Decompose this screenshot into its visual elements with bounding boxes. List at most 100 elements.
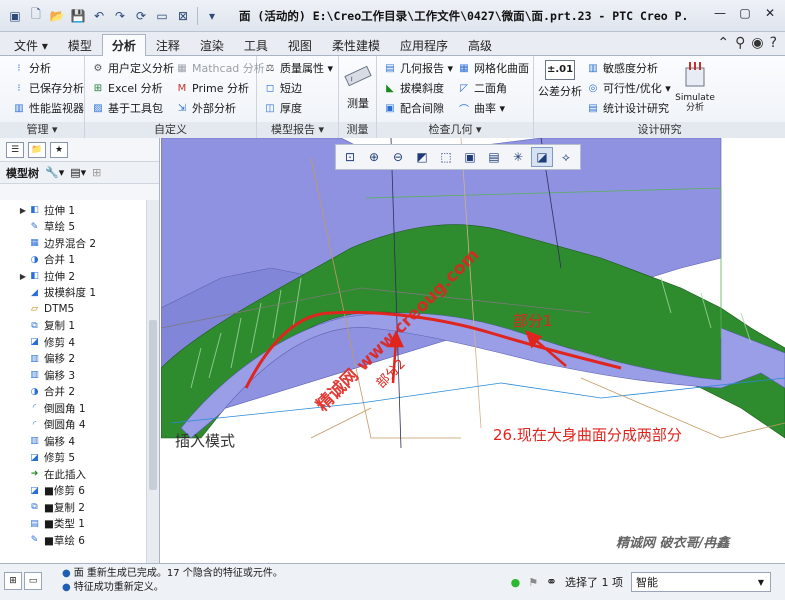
undo-icon[interactable]: ↶ — [90, 7, 108, 25]
tolerance-analysis-button[interactable]: ±.01 公差分析 — [538, 60, 582, 99]
annotation-display-icon[interactable]: ◪ — [531, 147, 553, 167]
help-icon[interactable]: ? — [770, 35, 777, 51]
filter-icon[interactable]: ⊞ — [92, 166, 101, 179]
tree-item[interactable]: ▥ 偏移 2 — [0, 351, 146, 368]
windows-icon[interactable]: ▭ — [153, 7, 171, 25]
tab-advanced[interactable]: 高级 — [458, 35, 502, 55]
tree-item[interactable]: ▶ ◧ 拉伸 1 — [0, 202, 146, 219]
selection-filter[interactable]: 智能 ▼ — [631, 572, 771, 592]
tab-tools[interactable]: 工具 — [234, 35, 278, 55]
display-style-icon[interactable]: ⬚ — [435, 147, 457, 167]
tree-item[interactable]: ▱ DTM5 — [0, 301, 146, 318]
saved-analysis-button[interactable]: ⁝ 已保存分析 — [12, 80, 84, 96]
statistical-design-button[interactable]: ▤ 统计设计研究 — [586, 100, 669, 116]
close-window-icon[interactable]: ⊠ — [174, 7, 192, 25]
tree-item[interactable]: ◑ 合并 2 — [0, 384, 146, 401]
prime-analysis-button[interactable]: M Prime 分析 — [175, 80, 249, 96]
user-defined-analysis-button[interactable]: ⚙ 用户定义分析 — [91, 60, 174, 76]
flag-icon[interactable]: ⚑ — [528, 576, 538, 589]
settings-icon[interactable]: 🔧▾ — [45, 166, 64, 179]
chevron-down-icon[interactable]: ▼ — [754, 575, 768, 589]
regenerate-icon[interactable]: ⟳ — [132, 7, 150, 25]
repaint-icon[interactable]: ◩ — [411, 147, 433, 167]
tree-item[interactable]: ▦ 边界混合 2 — [0, 235, 146, 252]
sensitivity-analysis-button[interactable]: ▥ 敏感度分析 — [586, 60, 658, 76]
feasibility-optimization-button[interactable]: ◎ 可行性/优化 ▾ — [586, 80, 671, 96]
find-icon[interactable]: ⚭ — [546, 575, 557, 590]
refit-icon[interactable]: ⊡ — [339, 147, 361, 167]
zoom-in-icon[interactable]: ⊕ — [363, 147, 385, 167]
tree-expand-icon[interactable]: ▶ — [18, 272, 28, 281]
group-inspect-footer[interactable]: 检查几何 ▾ — [377, 122, 533, 138]
tree-item[interactable]: ▥ 偏移 4 — [0, 433, 146, 450]
tree-item[interactable]: ▥ 偏移 3 — [0, 367, 146, 384]
tab-annotate[interactable]: 注释 — [146, 35, 190, 55]
graphics-viewport[interactable]: 插入模式 26.现在大身曲面分成两部分 部分1 部分2 精诚网 www.creo… — [161, 138, 785, 563]
show-icon[interactable]: ▤▾ — [70, 166, 86, 179]
toolkit-based-button[interactable]: ▨ 基于工具包 — [91, 100, 163, 116]
view-manager-icon[interactable]: ▤ — [483, 147, 505, 167]
new-file-icon[interactable]: 🗋 — [27, 7, 45, 25]
external-analysis-button[interactable]: ⇲ 外部分析 — [175, 100, 236, 116]
tab-applications[interactable]: 应用程序 — [390, 35, 458, 55]
tree-item[interactable]: ✎ 草绘 5 — [0, 219, 146, 236]
spin-center-icon[interactable]: ⟡ — [555, 147, 577, 167]
group-model-report-footer[interactable]: 模型报告 ▾ — [257, 122, 338, 138]
model-tree-tab-icon[interactable]: ☰ — [6, 142, 24, 158]
zoom-out-icon[interactable]: ⊖ — [387, 147, 409, 167]
tree-item[interactable]: ◪ 修剪 5 — [0, 450, 146, 467]
customize-toolbar-icon[interactable]: ▾ — [203, 7, 221, 25]
maximize-icon[interactable]: ▢ — [734, 4, 756, 22]
tree-item[interactable]: ◪ 修剪 4 — [0, 334, 146, 351]
favorites-tab-icon[interactable]: ★ — [50, 142, 68, 158]
scrollbar-thumb[interactable] — [149, 320, 157, 490]
tab-analysis[interactable]: 分析 — [101, 34, 146, 56]
performance-monitor-button[interactable]: ▥ 性能监视器 — [12, 100, 84, 116]
tree-item[interactable]: ✎ ■草绘 6 — [0, 532, 146, 549]
tab-render[interactable]: 渲染 — [190, 35, 234, 55]
minimize-icon[interactable]: — — [709, 4, 731, 22]
saved-orientations-icon[interactable]: ▣ — [459, 147, 481, 167]
close-icon[interactable]: ✕ — [759, 4, 781, 22]
tree-item[interactable]: ◜ 倒圆角 4 — [0, 417, 146, 434]
model-graphics[interactable] — [161, 138, 785, 563]
tree-item[interactable]: ▤ ■类型 1 — [0, 516, 146, 533]
tree-item[interactable]: ◜ 倒圆角 1 — [0, 400, 146, 417]
datum-display-icon[interactable]: ✳ — [507, 147, 529, 167]
short-edge-button[interactable]: ◻ 短边 — [263, 80, 302, 96]
tree-item[interactable]: ◪ ■修剪 6 — [0, 483, 146, 500]
excel-analysis-button[interactable]: ⊞ Excel 分析 — [91, 80, 163, 96]
open-file-icon[interactable]: 📂 — [48, 7, 66, 25]
creo-logo-icon[interactable]: ▣ — [6, 7, 24, 25]
simulate-analysis-button[interactable]: Simulate 分析 — [668, 60, 722, 113]
grid-toggle-icon[interactable]: ⊞ — [4, 572, 22, 590]
mass-properties-button[interactable]: ⚖ 质量属性 ▾ — [263, 60, 334, 76]
tree-item[interactable]: ◑ 合并 1 — [0, 252, 146, 269]
panel-toggle-icon[interactable]: ▭ — [24, 572, 42, 590]
tab-file[interactable]: 文件 ▾ — [4, 35, 58, 55]
mesh-surface-button[interactable]: ▦ 网格化曲面 — [457, 60, 529, 76]
tab-model[interactable]: 模型 — [58, 35, 102, 55]
curvature-button[interactable]: ⌒ 曲率 ▾ — [457, 100, 505, 116]
tab-flexible-modeling[interactable]: 柔性建模 — [322, 35, 390, 55]
tree-item[interactable]: ▶ ◧ 拉伸 2 — [0, 268, 146, 285]
geometry-report-button[interactable]: ▤ 几何报告 ▾ — [383, 60, 453, 76]
tree-item[interactable]: ◢ 拔模斜度 1 — [0, 285, 146, 302]
mathcad-analysis-button[interactable]: ▦ Mathcad 分析 — [175, 60, 265, 76]
folder-browser-tab-icon[interactable]: 📁 — [28, 142, 46, 158]
minimize-ribbon-icon[interactable]: ⌃ — [717, 35, 729, 51]
group-manage-footer[interactable]: 管理 ▾ — [0, 122, 84, 138]
community-icon[interactable]: ◉ — [751, 35, 763, 51]
tab-view[interactable]: 视图 — [278, 35, 322, 55]
draft-button[interactable]: ◣ 拔模斜度 — [383, 80, 444, 96]
tree-scrollbar[interactable] — [146, 200, 159, 563]
thickness-button[interactable]: ◫ 厚度 — [263, 100, 302, 116]
tree-item[interactable]: ⧉ 复制 1 — [0, 318, 146, 335]
analysis-button[interactable]: ⁝ 分析 — [12, 60, 51, 76]
tree-item[interactable]: ⧉ ■复制 2 — [0, 499, 146, 516]
tree-expand-icon[interactable]: ▶ — [18, 206, 28, 215]
tree-item[interactable]: ➜ 在此插入 — [0, 466, 146, 483]
regen-status-icon[interactable]: ● — [511, 576, 521, 589]
save-icon[interactable]: 💾 — [69, 7, 87, 25]
dihedral-angle-button[interactable]: ◸ 二面角 — [457, 80, 507, 96]
